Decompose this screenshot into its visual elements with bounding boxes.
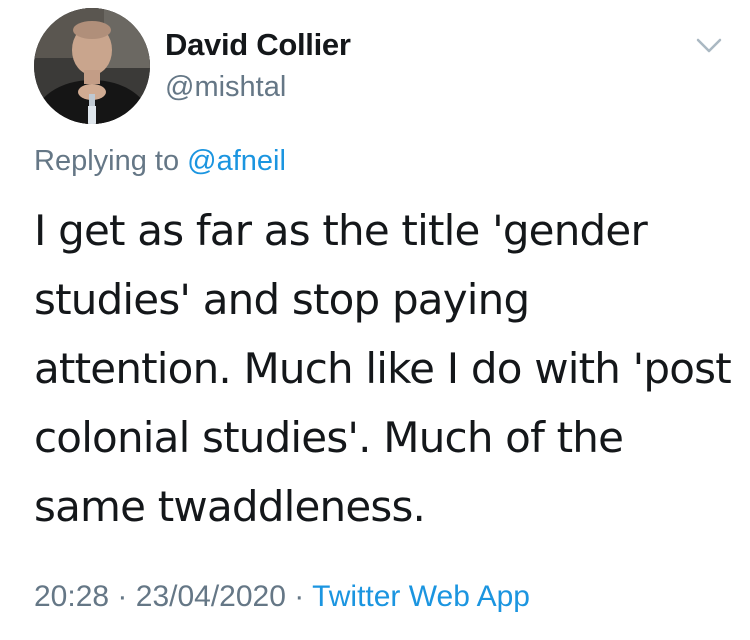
tweet-text-line: colonial studies'. Much of the xyxy=(34,413,624,462)
replying-to: Replying to @afneil xyxy=(34,145,286,178)
tweet-card: David Collier @mishtal Replying to @afne… xyxy=(0,0,750,640)
tweet-text: I get as far as the title 'gender studie… xyxy=(34,196,732,541)
meta-separator: · xyxy=(294,580,305,613)
reply-mention-link[interactable]: @afneil xyxy=(187,145,286,177)
tweet-text-line: attention. Much like I do with 'post xyxy=(34,344,732,393)
chevron-down-icon[interactable] xyxy=(692,30,726,60)
tweet-text-line: I get as far as the title 'gender xyxy=(34,206,648,255)
tweet-source-link[interactable]: Twitter Web App xyxy=(312,580,530,613)
profile-photo xyxy=(34,8,150,124)
tweet-meta: 20:28 · 23/04/2020 · Twitter Web App xyxy=(34,580,530,614)
meta-separator: · xyxy=(117,580,128,613)
display-name[interactable]: David Collier xyxy=(165,27,351,63)
user-handle[interactable]: @mishtal xyxy=(165,71,286,104)
replying-to-label: Replying to xyxy=(34,145,180,177)
tweet-text-line: same twaddleness. xyxy=(34,482,426,531)
tweet-time[interactable]: 20:28 xyxy=(34,580,109,613)
avatar[interactable] xyxy=(34,8,150,124)
tweet-text-line: studies' and stop paying xyxy=(34,275,530,324)
tweet-date[interactable]: 23/04/2020 xyxy=(136,580,286,613)
